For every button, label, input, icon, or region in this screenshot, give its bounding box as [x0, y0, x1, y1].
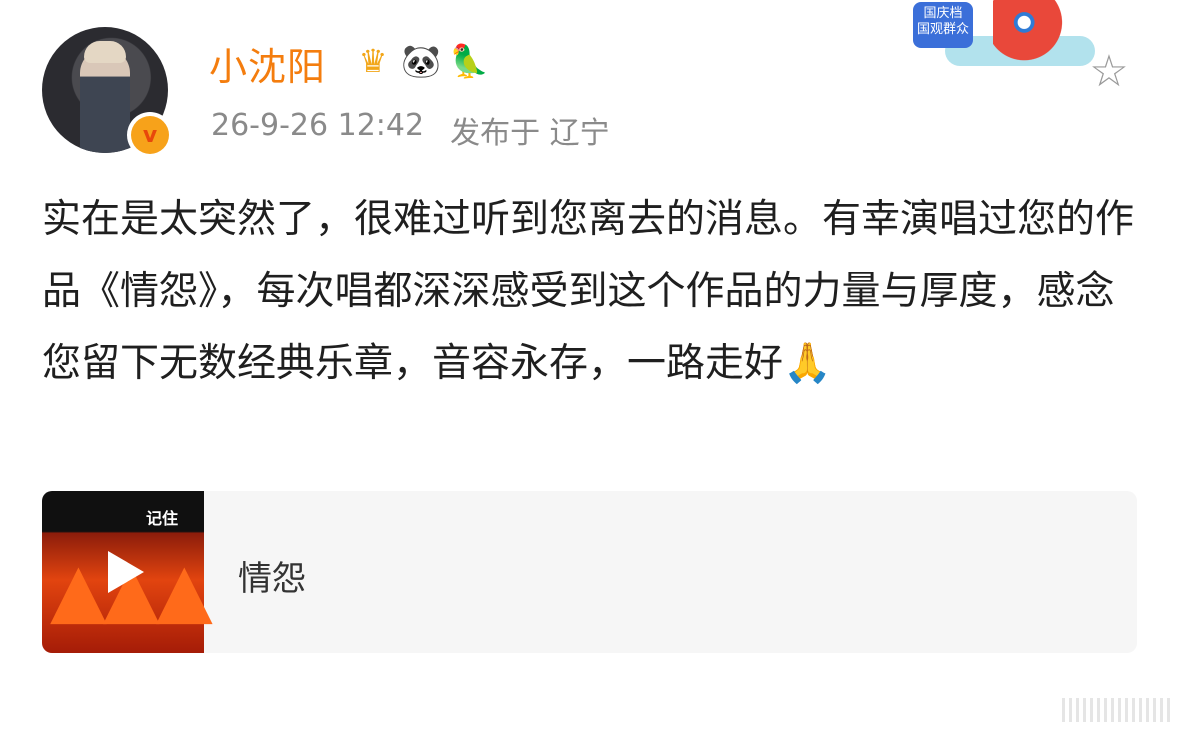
- post-text: 实在是太突然了，很难过听到您离去的消息。有幸演唱过您的作品《情怨》，每次唱都深深…: [42, 197, 1135, 386]
- avatar-hair: [84, 41, 126, 63]
- post-meta: 26-9-26 12:42 发布于 辽宁: [211, 108, 610, 152]
- music-card[interactable]: 记住 ▲▲▲ 情怨: [42, 491, 1137, 653]
- panda-badge-icon[interactable]: 🐼: [400, 40, 442, 82]
- banner-tag-line2: 国观群众: [916, 22, 969, 37]
- music-cover[interactable]: 记住 ▲▲▲: [42, 491, 213, 653]
- play-icon-svg: [108, 551, 144, 593]
- banner-tag: 国庆档 国观群众: [913, 2, 973, 48]
- cover-text: 记住: [146, 509, 179, 528]
- watermark: [1062, 698, 1172, 722]
- banner-tag-line1: 国庆档: [923, 6, 963, 21]
- verified-badge: v: [127, 112, 173, 158]
- play-icon[interactable]: [98, 547, 148, 597]
- username[interactable]: 小沈阳: [209, 36, 326, 91]
- post-location: 发布于 辽宁: [450, 116, 610, 151]
- parrot-badge-icon[interactable]: 🦜: [448, 40, 490, 82]
- song-title[interactable]: 情怨: [238, 551, 306, 600]
- national-day-banner[interactable]: 国庆档 国观群众: [905, 0, 1100, 72]
- banner-mascot-icon: [993, 0, 1071, 64]
- star-icon[interactable]: ☆: [1083, 45, 1135, 97]
- crown-badge-icon[interactable]: ♛: [352, 40, 394, 82]
- avatar-figure: [80, 49, 130, 153]
- post-timestamp: 26-9-26 12:42: [211, 108, 425, 143]
- user-badges: ♛ 🐼 🦜: [352, 40, 490, 82]
- verified-v-icon: v: [131, 116, 169, 154]
